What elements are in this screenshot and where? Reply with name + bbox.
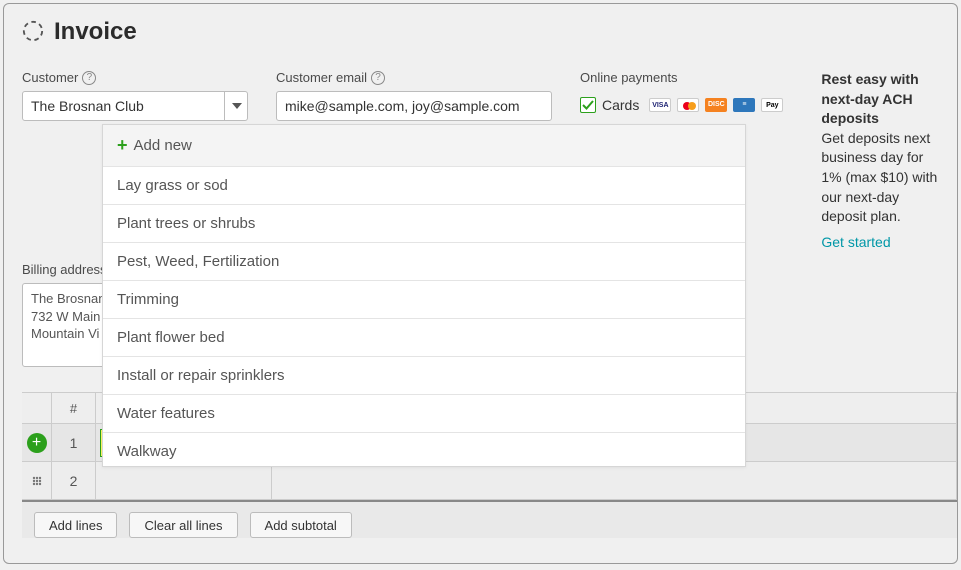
dropdown-item[interactable]: Lay grass or sod bbox=[103, 167, 745, 205]
table-row: 2 bbox=[22, 462, 957, 500]
dropdown-item[interactable]: Water features bbox=[103, 395, 745, 433]
chevron-down-icon[interactable] bbox=[224, 91, 248, 121]
drag-handle-icon[interactable] bbox=[22, 462, 52, 499]
dropdown-item[interactable]: Install or repair sprinklers bbox=[103, 357, 745, 395]
mastercard-icon bbox=[677, 98, 699, 112]
customer-select[interactable] bbox=[22, 91, 248, 121]
cards-checkbox[interactable] bbox=[580, 97, 596, 113]
get-started-link[interactable]: Get started bbox=[821, 233, 890, 253]
column-number-header: # bbox=[52, 393, 96, 423]
promo-panel: Rest easy with next-day ACH deposits Get… bbox=[821, 70, 939, 252]
amex-icon: ≡ bbox=[733, 98, 755, 112]
plus-icon: + bbox=[117, 135, 128, 156]
row-number: 1 bbox=[52, 424, 96, 461]
customer-field: Customer ? bbox=[22, 70, 248, 121]
online-payments-label: Online payments bbox=[580, 70, 783, 85]
discover-icon: DISC bbox=[705, 98, 727, 112]
dropdown-item[interactable]: Pest, Weed, Fertilization bbox=[103, 243, 745, 281]
cards-label: Cards bbox=[602, 97, 639, 113]
promo-title: Rest easy with next-day ACH deposits bbox=[821, 70, 939, 129]
clear-all-lines-button[interactable]: Clear all lines bbox=[129, 512, 237, 538]
dropdown-add-new[interactable]: + Add new bbox=[103, 125, 745, 167]
add-row-button[interactable]: + bbox=[22, 424, 52, 461]
help-icon[interactable]: ? bbox=[82, 71, 96, 85]
invoice-status-icon bbox=[22, 20, 44, 45]
apple-pay-icon: Pay bbox=[761, 98, 783, 112]
email-field: Customer email ? bbox=[276, 70, 552, 121]
dropdown-item[interactable]: Plant flower bed bbox=[103, 319, 745, 357]
dropdown-item[interactable]: Plant trees or shrubs bbox=[103, 205, 745, 243]
row-number: 2 bbox=[52, 462, 96, 499]
online-payments: Online payments Cards VISA DISC ≡ Pay bbox=[580, 70, 783, 113]
help-icon[interactable]: ? bbox=[371, 71, 385, 85]
visa-icon: VISA bbox=[649, 98, 671, 112]
email-label: Customer email bbox=[276, 70, 367, 85]
page-title: Invoice bbox=[54, 18, 137, 46]
dropdown-add-new-label: Add new bbox=[134, 137, 192, 154]
add-subtotal-button[interactable]: Add subtotal bbox=[250, 512, 352, 538]
dropdown-item[interactable]: Walkway bbox=[103, 433, 745, 466]
customer-email-input[interactable] bbox=[276, 91, 552, 121]
dropdown-item[interactable]: Trimming bbox=[103, 281, 745, 319]
page-header: Invoice bbox=[4, 4, 957, 56]
add-lines-button[interactable]: Add lines bbox=[34, 512, 117, 538]
product-dropdown[interactable]: + Add new Lay grass or sod Plant trees o… bbox=[102, 124, 746, 467]
plus-circle-icon: + bbox=[27, 433, 47, 453]
customer-label: Customer bbox=[22, 70, 78, 85]
promo-body: Get deposits next business day for 1% (m… bbox=[821, 129, 939, 227]
